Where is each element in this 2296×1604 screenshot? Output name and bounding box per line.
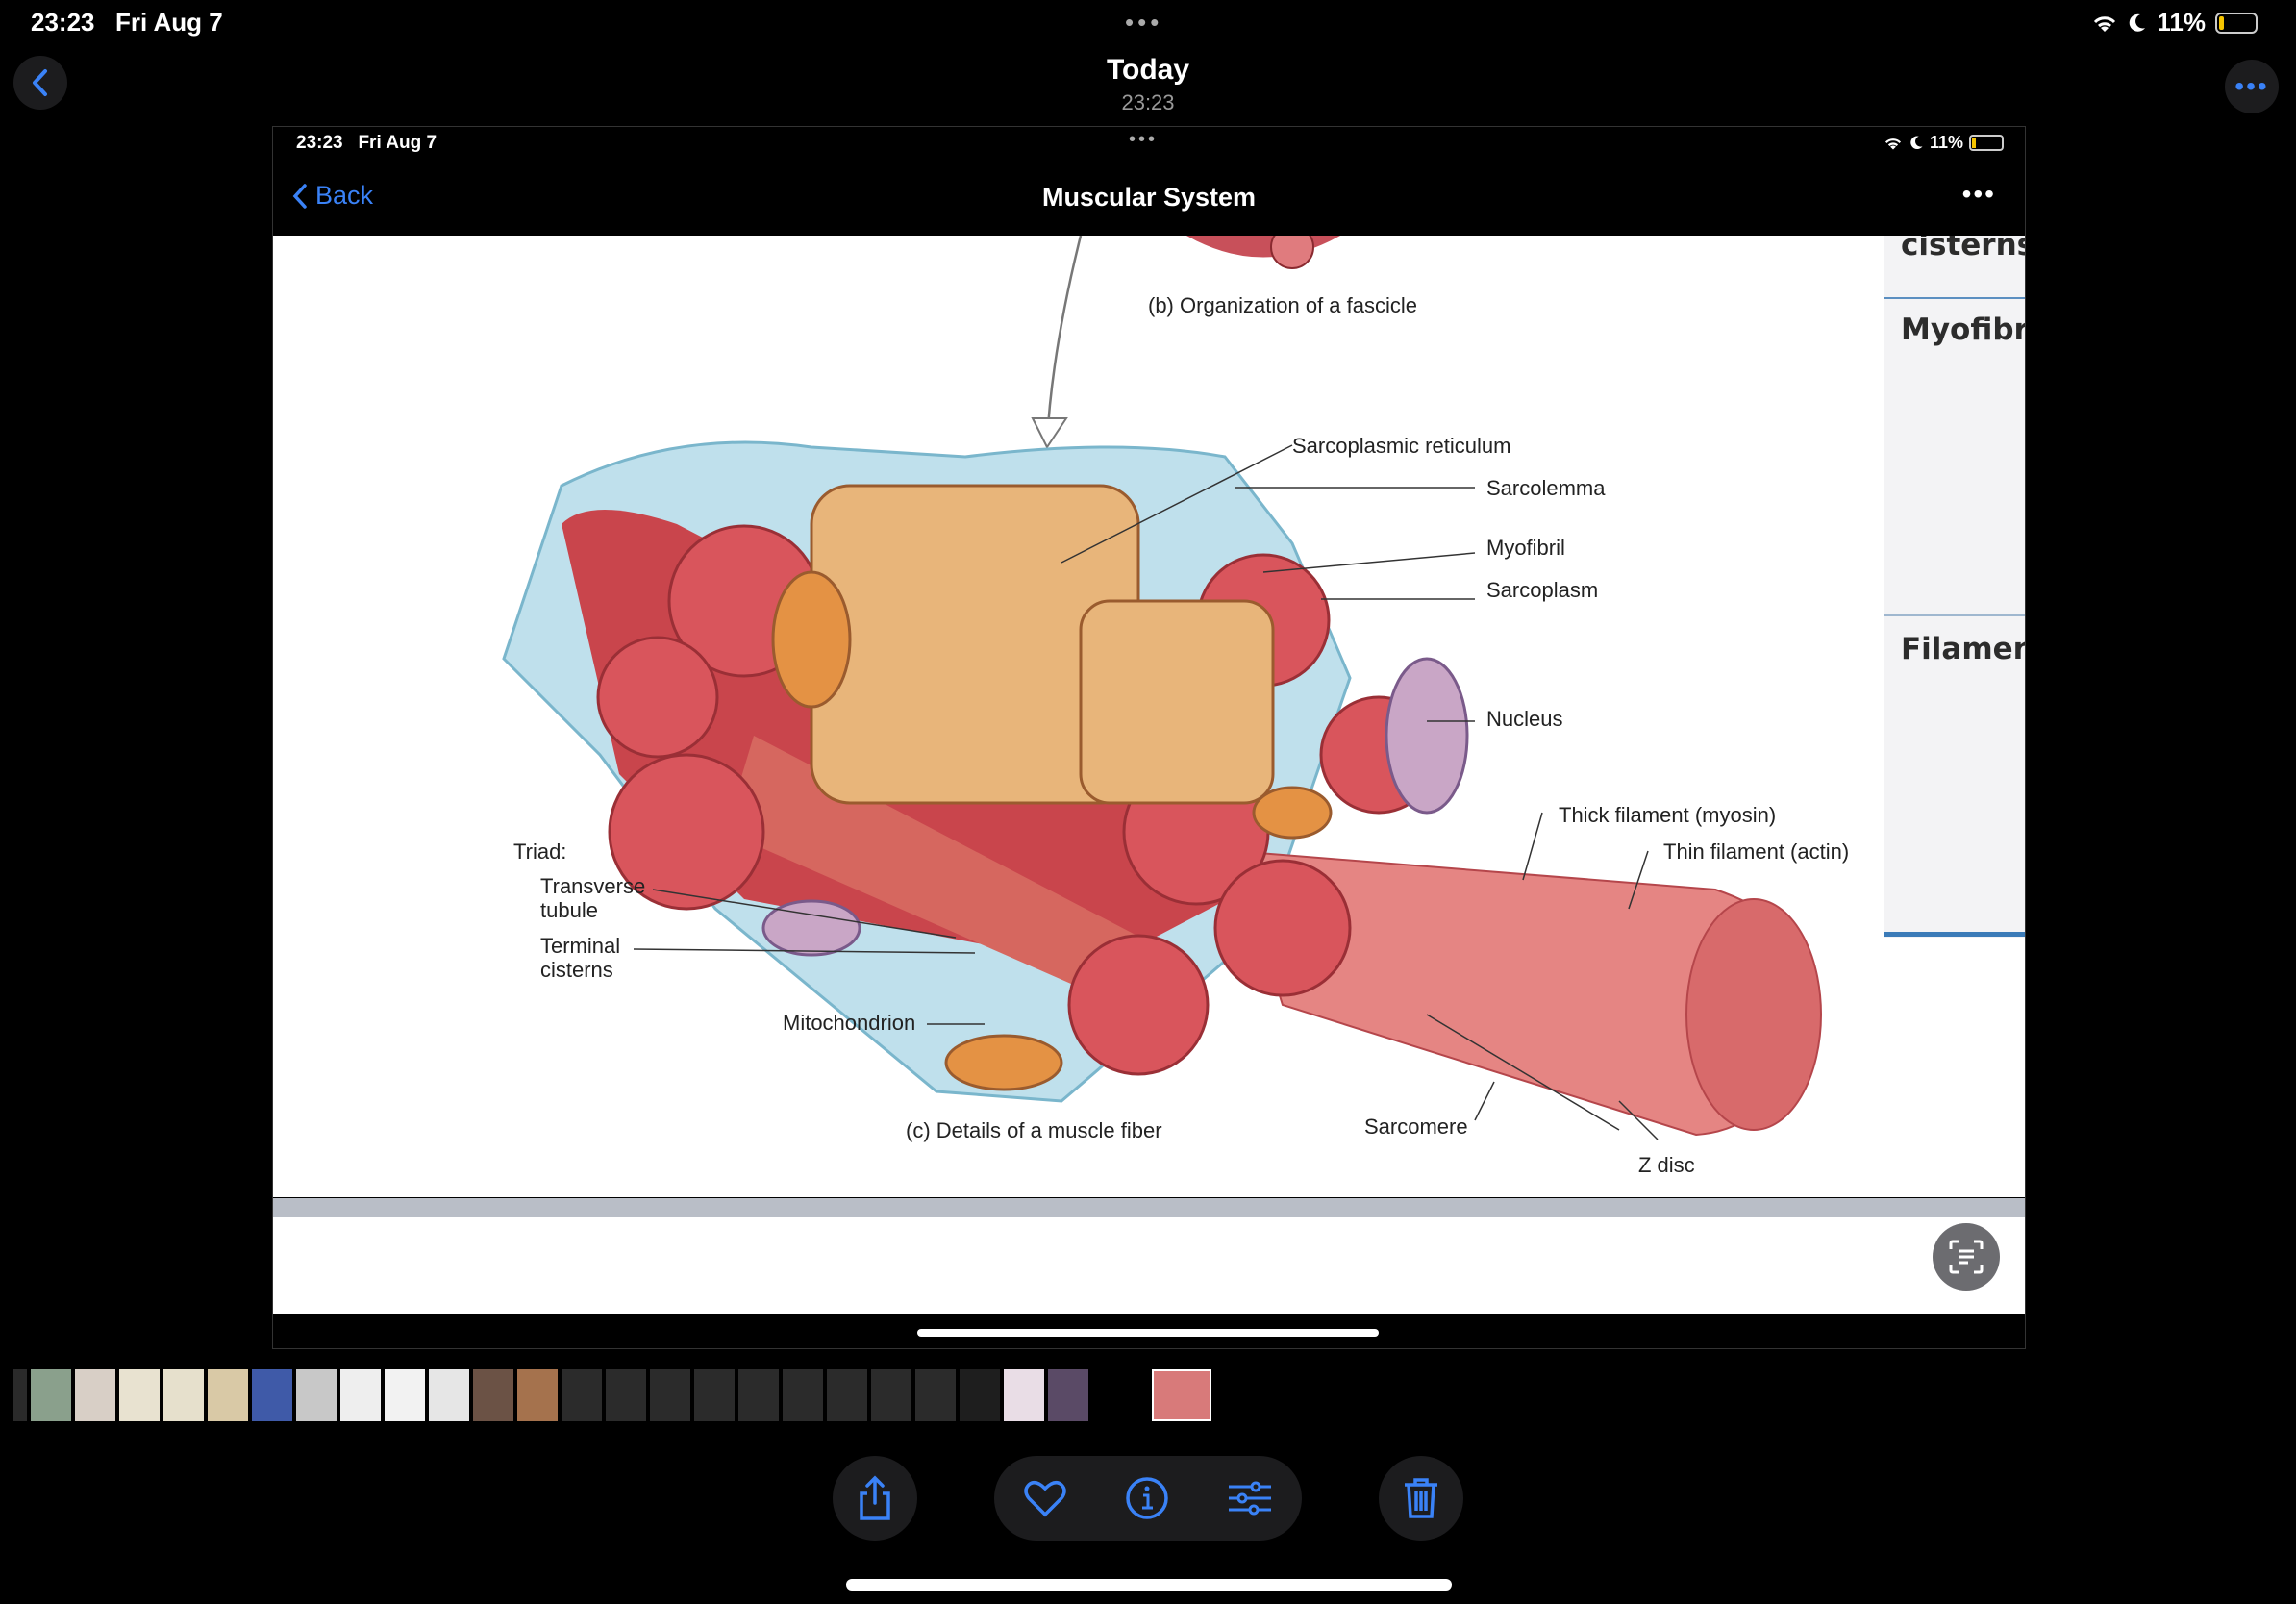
- moon-icon: [2130, 13, 2146, 32]
- photo-thumbnail[interactable]: [296, 1369, 337, 1421]
- photo-viewer[interactable]: 23:23 Fri Aug 7 ••• 11% Back Muscular Sy…: [272, 126, 2026, 1349]
- photo-thumbnail[interactable]: [694, 1369, 735, 1421]
- photo-thumbnail[interactable]: [650, 1369, 690, 1421]
- battery-percent: 11%: [2157, 8, 2206, 37]
- wifi-icon: [2094, 15, 2116, 32]
- inner-battery-percent: 11%: [1929, 133, 1963, 152]
- inner-home-indicator: [917, 1329, 1379, 1337]
- live-text-button[interactable]: [1933, 1223, 2000, 1291]
- sidebar-term-cisterns: cisterns: [1901, 236, 2025, 263]
- sidebar-term-myofibril: Myofibri: [1901, 313, 2025, 347]
- photo-thumbnail[interactable]: [252, 1369, 292, 1421]
- photo-thumbnail[interactable]: [473, 1369, 513, 1421]
- photo-thumbnail[interactable]: [340, 1369, 381, 1421]
- photo-thumbnail[interactable]: [1048, 1369, 1088, 1421]
- photo-thumbnail[interactable]: [915, 1369, 956, 1421]
- status-time: 23:23: [31, 8, 95, 37]
- thumbnail-strip[interactable]: [13, 1369, 1211, 1421]
- photo-thumbnail[interactable]: [13, 1369, 27, 1421]
- caption-b: (b) Organization of a fascicle: [1148, 293, 1418, 317]
- moon-icon: [1910, 136, 1923, 150]
- home-indicator: [846, 1579, 1452, 1591]
- status-indicators: 11%: [2091, 8, 2258, 38]
- photo-thumbnail[interactable]: [385, 1369, 425, 1421]
- photo-thumbnail[interactable]: [738, 1369, 779, 1421]
- more-icon: •••: [2234, 71, 2269, 101]
- photo-actions-group: [994, 1456, 1302, 1541]
- photo-thumbnail[interactable]: [429, 1369, 469, 1421]
- caption-c: (c) Details of a muscle fiber: [906, 1118, 1162, 1142]
- delete-button[interactable]: [1379, 1456, 1463, 1541]
- photo-thumbnail[interactable]: [871, 1369, 911, 1421]
- photo-thumbnail[interactable]: [1152, 1369, 1211, 1421]
- status-date: Fri Aug 7: [115, 8, 223, 37]
- label-terminal-cisterns: Terminal cisterns: [540, 934, 621, 982]
- lower-area: [273, 1217, 2025, 1314]
- photo-thumbnail[interactable]: [208, 1369, 248, 1421]
- inner-status-indicators: 11%: [1883, 133, 2004, 153]
- photo-thumbnail[interactable]: [75, 1369, 115, 1421]
- inner-dots: •••: [1129, 129, 1159, 150]
- muscle-fiber-illustration: [502, 236, 1822, 1140]
- adjust-icon[interactable]: [1227, 1479, 1273, 1517]
- photo-thumbnail[interactable]: [1004, 1369, 1044, 1421]
- trash-icon: [1405, 1478, 1437, 1518]
- label-sarcolemma: Sarcolemma: [1486, 476, 1606, 500]
- photo-thumbnail[interactable]: [517, 1369, 558, 1421]
- photo-thumbnail[interactable]: [119, 1369, 160, 1421]
- label-mitochondrion: Mitochondrion: [783, 1011, 916, 1035]
- photo-thumbnail[interactable]: [960, 1369, 1000, 1421]
- inner-title: Muscular System: [1041, 183, 1257, 212]
- share-button[interactable]: [833, 1456, 917, 1541]
- label-triad: Triad:: [513, 840, 567, 864]
- label-sarcoplasmic-reticulum: Sarcoplasmic reticulum: [1292, 434, 1511, 458]
- photo-thumbnail[interactable]: [827, 1369, 867, 1421]
- info-icon[interactable]: [1125, 1476, 1169, 1520]
- photo-thumbnail[interactable]: [1092, 1369, 1133, 1421]
- scroll-band: [273, 1198, 2025, 1217]
- battery-icon: [2215, 12, 2258, 34]
- more-icon[interactable]: •••: [1962, 179, 1996, 210]
- label-thin-filament: Thin filament (actin): [1663, 840, 1850, 864]
- label-transverse-tubule: Transverse tubule: [540, 874, 646, 922]
- figure-area: (b) Organization of a fascicle Sarcoplas…: [273, 236, 2025, 1197]
- sidebar-term-filament: Filament: [1901, 632, 2025, 666]
- label-myofibril: Myofibril: [1486, 536, 1565, 560]
- wifi-icon: [1884, 138, 1902, 150]
- multitask-dots[interactable]: •••: [1125, 8, 1162, 38]
- notes-sidebar: cisterns Myofibri Filament: [1884, 236, 2025, 938]
- heart-icon[interactable]: [1023, 1478, 1067, 1518]
- label-nucleus: Nucleus: [1486, 707, 1563, 731]
- live-text-icon: [1949, 1240, 1984, 1274]
- photo-thumbnail[interactable]: [606, 1369, 646, 1421]
- label-sarcoplasm: Sarcoplasm: [1486, 578, 1599, 602]
- photo-thumbnail[interactable]: [783, 1369, 823, 1421]
- label-thick-filament: Thick filament (myosin): [1559, 803, 1777, 827]
- battery-icon: [1969, 135, 2004, 151]
- header-title: Today: [1106, 54, 1190, 86]
- share-icon: [860, 1475, 890, 1520]
- photo-thumbnail[interactable]: [163, 1369, 204, 1421]
- header-subtitle: 23:23: [1121, 90, 1175, 114]
- label-z-disc: Z disc: [1638, 1153, 1695, 1177]
- photo-thumbnail[interactable]: [562, 1369, 602, 1421]
- photo-thumbnail[interactable]: [31, 1369, 71, 1421]
- inner-status-time: 23:23 Fri Aug 7: [296, 133, 437, 153]
- label-sarcomere: Sarcomere: [1364, 1115, 1468, 1139]
- more-button[interactable]: •••: [2225, 60, 2279, 113]
